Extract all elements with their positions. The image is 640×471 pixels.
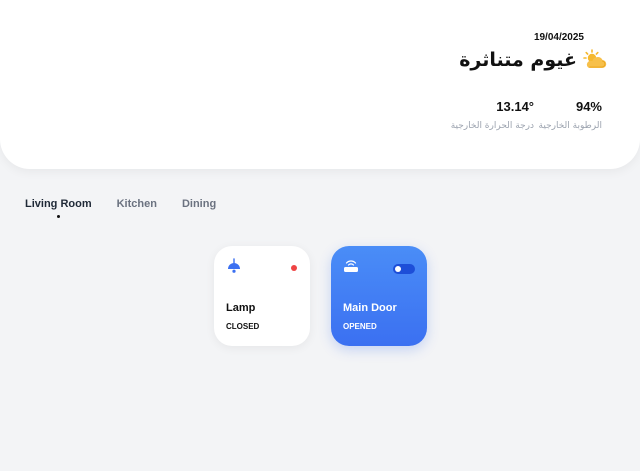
temperature-value: 13.14° <box>496 99 534 114</box>
partly-cloudy-icon <box>583 49 607 69</box>
toggle-knob <box>395 266 401 272</box>
active-tab-indicator <box>56 215 60 218</box>
device-card-main-door[interactable]: Main Door OPENED <box>331 246 427 346</box>
humidity-stat: 94% الرطوبة الخارجية <box>539 99 602 131</box>
temperature-stat: 13.14° درجة الحرارة الخارجية <box>451 99 534 131</box>
tab-label: Dining <box>181 198 217 210</box>
door-toggle-switch[interactable] <box>393 264 415 274</box>
weather-date: 19/04/2025 <box>533 32 584 43</box>
weather-card: 19/04/2025 غيوم متناثرة 94% الرطوبة الخا… <box>0 0 640 169</box>
tab-living-room[interactable]: Living Room <box>25 198 92 218</box>
tab-kitchen[interactable]: Kitchen <box>117 198 157 210</box>
room-tabs: Living Room Kitchen Dining <box>25 198 216 218</box>
tab-label: Kitchen <box>116 198 157 210</box>
device-state: CLOSED <box>226 322 260 331</box>
device-state: OPENED <box>343 322 377 331</box>
humidity-label: الرطوبة الخارجية <box>538 121 602 131</box>
humidity-value: 94% <box>575 99 602 114</box>
device-name: Main Door <box>343 302 397 314</box>
device-card-lamp[interactable]: Lamp CLOSED <box>214 246 310 346</box>
device-name: Lamp <box>226 302 256 314</box>
temperature-label: درجة الحرارة الخارجية <box>450 121 534 131</box>
weather-condition-text: غيوم متناثرة <box>459 49 577 71</box>
weather-condition: غيوم متناثرة <box>459 48 607 72</box>
tab-label: Living Room <box>25 198 92 210</box>
status-off-dot <box>291 265 297 271</box>
tab-dining[interactable]: Dining <box>182 198 216 210</box>
ceiling-lamp-icon <box>228 258 240 273</box>
smart-home-dashboard: 19/04/2025 غيوم متناثرة 94% الرطوبة الخا… <box>0 0 640 471</box>
router-door-icon <box>344 260 358 272</box>
